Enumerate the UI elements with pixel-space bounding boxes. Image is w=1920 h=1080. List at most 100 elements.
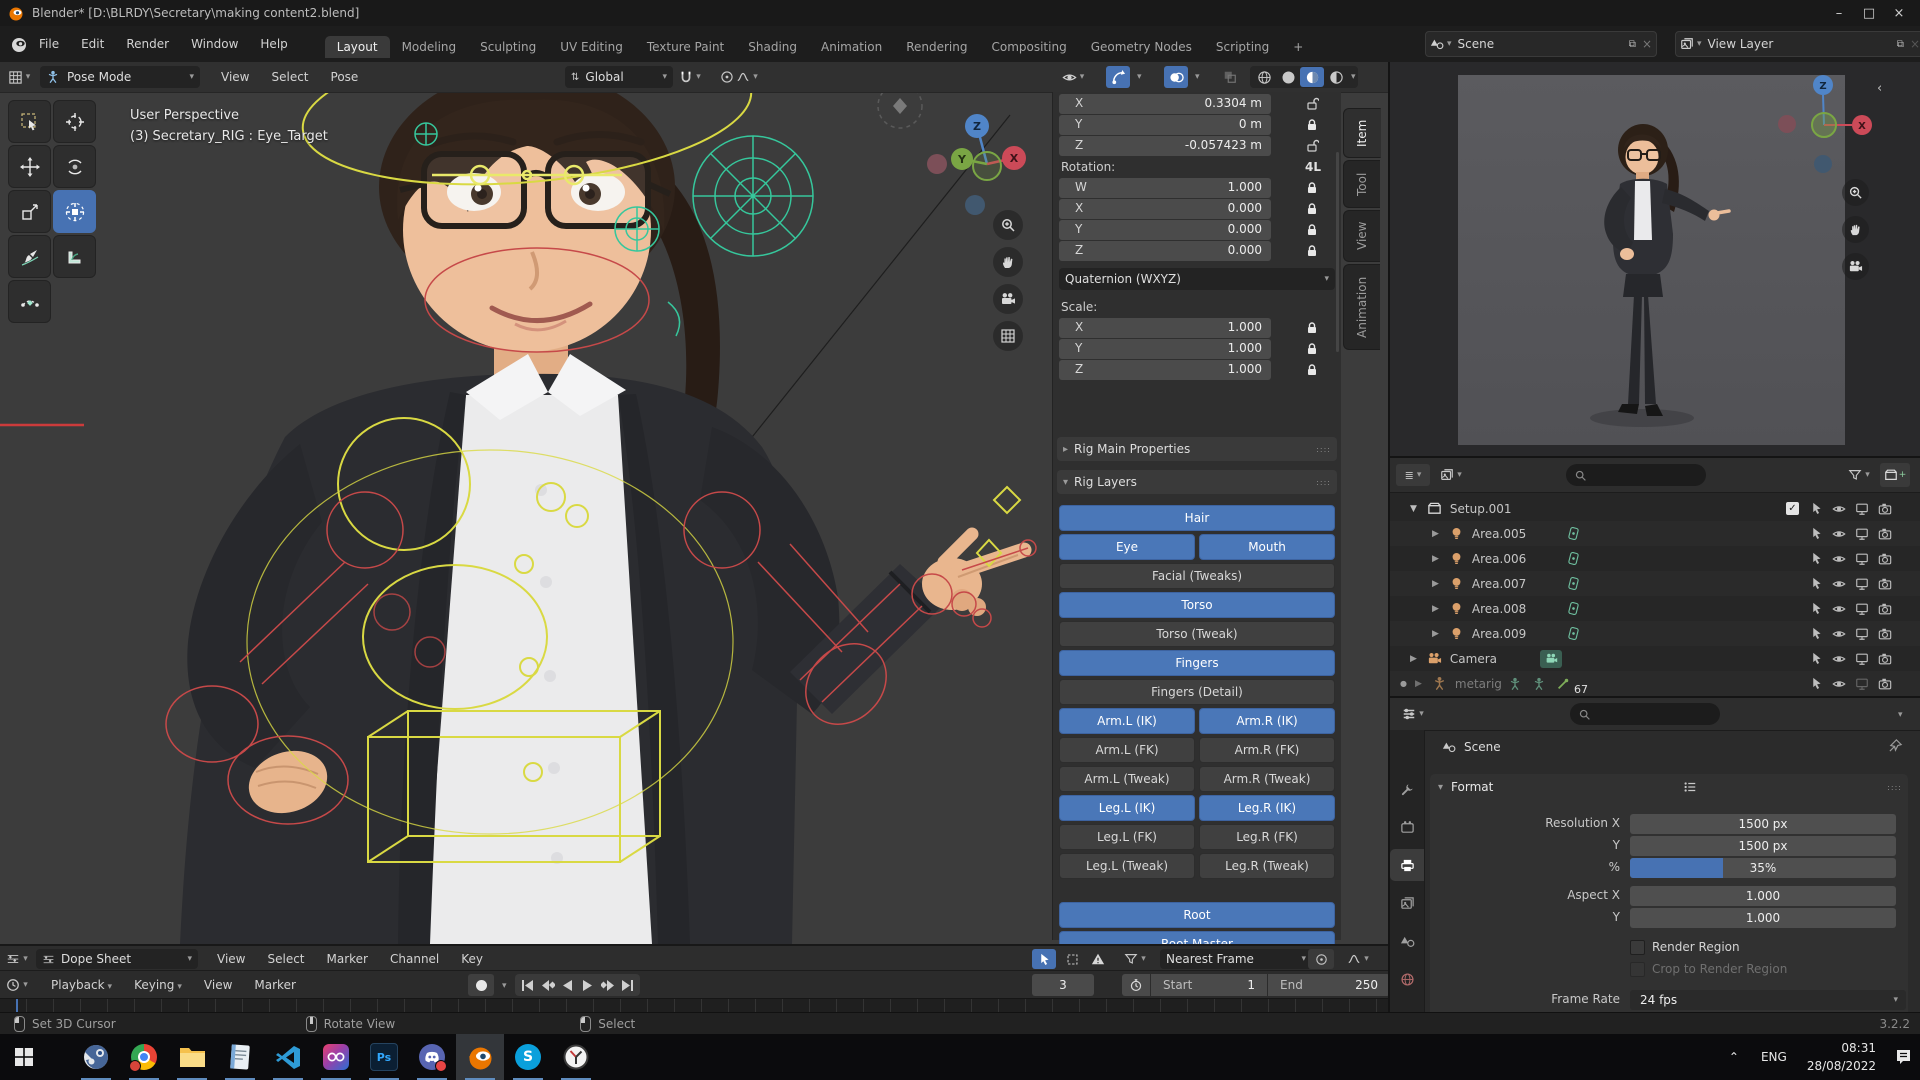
maximize-button[interactable]: □: [1854, 6, 1884, 21]
tool-transform[interactable]: [53, 190, 96, 233]
tab-scripting[interactable]: Scripting: [1204, 36, 1281, 58]
outliner-row-light[interactable]: ▶ Area.008: [1390, 596, 1920, 621]
hide-eye-icon[interactable]: [1832, 602, 1846, 616]
keying-options-chevron[interactable]: ▾: [502, 981, 507, 991]
lock-icon[interactable]: [1305, 118, 1319, 132]
location-y-row[interactable]: Y0 m: [1059, 115, 1335, 135]
overlays-options-chevron[interactable]: ▾: [1195, 72, 1200, 82]
play-reverse-button[interactable]: [558, 975, 577, 995]
aspect-y-field[interactable]: 1.000: [1630, 908, 1896, 928]
play-button[interactable]: [578, 975, 597, 995]
tool-scale[interactable]: [8, 190, 51, 233]
panel-grip-icon[interactable]: ::::: [1887, 783, 1902, 792]
editor-type-properties-icon[interactable]: ▾: [1396, 703, 1430, 725]
tab-render-properties[interactable]: [1390, 811, 1424, 843]
render-disable-camera-icon[interactable]: [1878, 602, 1892, 616]
lock-icon[interactable]: [1305, 321, 1319, 335]
outliner-row-light[interactable]: ▶ Area.005: [1390, 521, 1920, 546]
aspect-x-field[interactable]: 1.000: [1630, 886, 1896, 906]
add-workspace-button[interactable]: +: [1281, 36, 1315, 58]
tab-shading[interactable]: Shading: [736, 36, 809, 58]
steam-icon[interactable]: [72, 1034, 120, 1080]
blender-icon[interactable]: [456, 1034, 504, 1080]
rig-layer-hair[interactable]: Hair: [1059, 505, 1335, 531]
minimize-button[interactable]: –: [1824, 6, 1854, 21]
shading-rendered-icon[interactable]: [1324, 67, 1348, 87]
lock-icon[interactable]: [1305, 202, 1319, 216]
menu-render[interactable]: Render: [115, 37, 180, 51]
dope-menu-select[interactable]: Select: [256, 952, 315, 966]
camera-view-icon[interactable]: [1842, 253, 1869, 280]
selectable-pointer-icon[interactable]: [1810, 602, 1823, 615]
viewport-disable-screen-icon[interactable]: [1855, 652, 1869, 666]
jump-to-end-button[interactable]: [618, 975, 637, 995]
tab-texture-paint[interactable]: Texture Paint: [635, 36, 736, 58]
notification-center-icon[interactable]: [1886, 1049, 1920, 1065]
panel-scrollbar[interactable]: [1336, 152, 1339, 352]
hide-eye-icon[interactable]: [1832, 577, 1846, 591]
rotation-lock-badge[interactable]: 4L: [1305, 160, 1321, 174]
editor-type-3d-icon[interactable]: ▾: [6, 66, 32, 88]
disclosure-triangle-icon[interactable]: ▶: [1432, 604, 1439, 614]
rig-layer-leg-l-fk[interactable]: Leg.L (FK): [1059, 824, 1195, 850]
gizmo-axis-neg-y[interactable]: [973, 152, 1001, 180]
rotation-w-row[interactable]: W1.000: [1059, 178, 1335, 198]
rig-layer-fingers[interactable]: Fingers: [1059, 650, 1335, 676]
tool-cursor[interactable]: [53, 100, 96, 143]
jump-next-keyframe-button[interactable]: [598, 975, 617, 995]
tab-geometry-nodes[interactable]: Geometry Nodes: [1079, 36, 1204, 58]
jump-prev-keyframe-button[interactable]: [538, 975, 557, 995]
viewport-disable-screen-icon[interactable]: [1855, 602, 1869, 616]
snap-mode-dropdown[interactable]: Nearest Frame▾: [1160, 949, 1312, 969]
panel-grip-icon[interactable]: ::::: [1316, 478, 1331, 487]
display-mode-dropdown[interactable]: ≣▾: [1396, 464, 1430, 486]
light-data-icon[interactable]: [1566, 526, 1581, 541]
outliner-row-light[interactable]: ▶ Area.007: [1390, 571, 1920, 596]
render-disable-camera-icon[interactable]: [1878, 677, 1892, 691]
unlock-icon[interactable]: [1305, 139, 1319, 153]
presets-list-icon[interactable]: [1683, 780, 1697, 794]
tab-output-properties[interactable]: [1390, 849, 1424, 881]
only-selected-pointer-icon[interactable]: [1032, 949, 1056, 969]
rig-layer-facial-tweaks[interactable]: Facial (Tweaks): [1059, 563, 1335, 589]
rig-layer-leg-r-fk[interactable]: Leg.R (FK): [1199, 824, 1335, 850]
view-layer-selector[interactable]: ▾ View Layer ⧉ ×: [1675, 31, 1920, 57]
lock-icon[interactable]: [1305, 223, 1319, 237]
tab-scene-properties[interactable]: [1390, 925, 1424, 957]
breadcrumb-scene[interactable]: Scene: [1464, 740, 1501, 754]
light-data-icon[interactable]: [1566, 626, 1581, 641]
remove-view-layer-icon[interactable]: ×: [1910, 37, 1920, 51]
menu-help[interactable]: Help: [249, 37, 298, 51]
selectable-pointer-icon[interactable]: [1810, 577, 1823, 590]
selectable-pointer-icon[interactable]: [1810, 552, 1823, 565]
scale-x-row[interactable]: X1.000: [1059, 318, 1335, 338]
lock-icon[interactable]: [1305, 342, 1319, 356]
tool-rotate[interactable]: [53, 145, 96, 188]
frame-rate-dropdown[interactable]: 24 fps▾: [1630, 990, 1906, 1010]
render-disable-camera-icon[interactable]: [1878, 527, 1892, 541]
render-region-checkbox[interactable]: [1630, 940, 1645, 955]
lock-icon[interactable]: [1305, 181, 1319, 195]
location-x-row[interactable]: X0.3304 m: [1059, 94, 1335, 114]
rotation-mode-dropdown[interactable]: Quaternion (WXYZ)▾: [1059, 268, 1335, 290]
dope-menu-key[interactable]: Key: [450, 952, 494, 966]
dope-menu-channel[interactable]: Channel: [379, 952, 450, 966]
filter-funnel-icon[interactable]: ▾: [1118, 949, 1152, 969]
rotation-y-row[interactable]: Y0.000: [1059, 220, 1335, 240]
hide-eye-icon[interactable]: [1832, 677, 1846, 691]
show-gizmo-icon[interactable]: [1106, 66, 1130, 88]
rig-layer-arm-r-ik[interactable]: Arm.R (IK): [1199, 708, 1335, 734]
dope-menu-marker[interactable]: Marker: [316, 952, 379, 966]
viewport-disable-screen-icon[interactable]: [1855, 627, 1869, 641]
disclosure-triangle-icon[interactable]: ▶: [1432, 579, 1439, 589]
vscode-icon[interactable]: [264, 1034, 312, 1080]
selectable-pointer-icon[interactable]: [1810, 677, 1823, 690]
tab-world-properties[interactable]: [1390, 963, 1424, 995]
rig-layer-arm-r-tweak[interactable]: Arm.R (Tweak): [1199, 766, 1335, 792]
sidebar-tab-tool[interactable]: Tool: [1343, 160, 1380, 208]
shading-options-chevron[interactable]: ▾: [1351, 72, 1356, 82]
tool-pose-breakdowner[interactable]: [8, 280, 51, 323]
viewport-disable-screen-icon[interactable]: [1855, 527, 1869, 541]
rig-layer-leg-l-ik[interactable]: Leg.L (IK): [1059, 795, 1195, 821]
tab-sculpting[interactable]: Sculpting: [468, 36, 548, 58]
